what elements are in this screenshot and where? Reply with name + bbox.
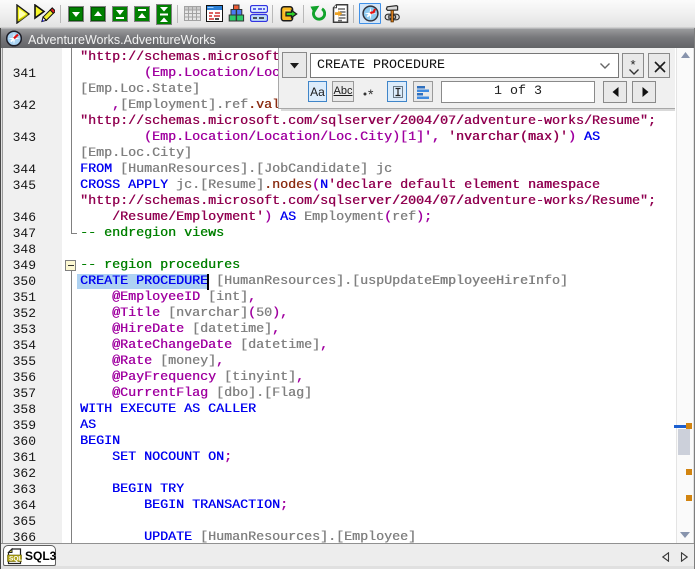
svg-text:*: * <box>368 87 374 97</box>
svg-text:SQL: SQL <box>9 556 22 563</box>
